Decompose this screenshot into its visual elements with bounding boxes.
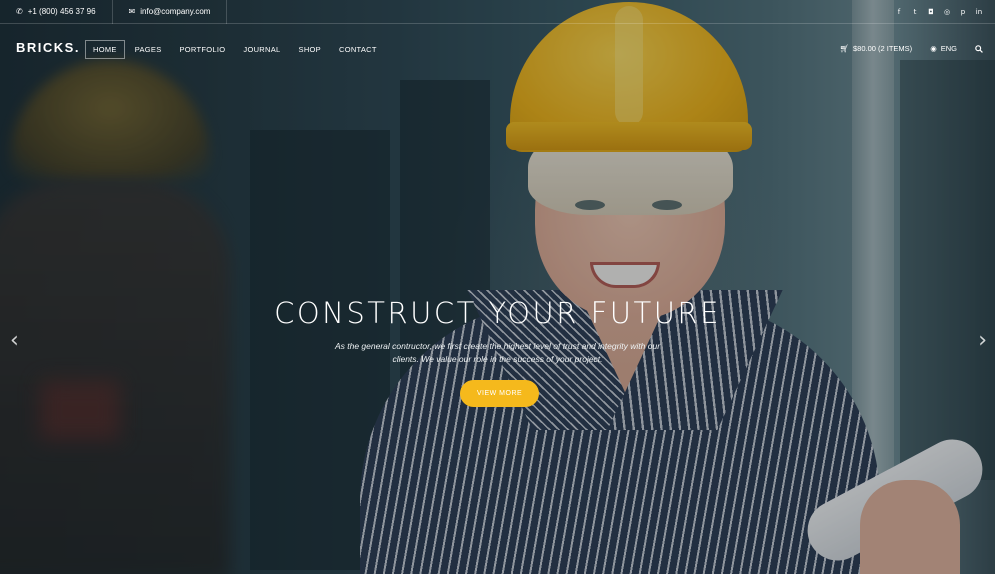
search-button[interactable] (975, 44, 983, 53)
main-menu: HOME PAGES PORTFOLIO JOURNAL SHOP CONTAC… (85, 40, 385, 59)
dribbble-icon[interactable]: ◎ (943, 8, 951, 16)
slider-prev-arrow[interactable]: ‹ (10, 330, 19, 352)
facebook-icon[interactable]: f (895, 8, 903, 16)
slider-next-arrow[interactable]: › (978, 330, 987, 352)
hero-headline: CONSTRUCT YOUR FUTURE (274, 296, 721, 330)
menu-item-journal[interactable]: JOURNAL (235, 40, 288, 59)
email-address: info@company.com (140, 7, 211, 16)
navbar-utilities: 🛒︎ $80.00 (2 ITEMS) ◉ ENG (839, 44, 983, 53)
menu-item-home[interactable]: HOME (85, 40, 125, 59)
twitter-icon[interactable]: t (911, 8, 919, 16)
hero-overlay (0, 0, 995, 574)
site-logo[interactable]: BRICKS. (16, 40, 80, 55)
pinterest-icon[interactable]: p (959, 8, 967, 16)
cart-icon: 🛒︎ (839, 44, 849, 53)
linkedin-icon[interactable]: in (975, 8, 983, 16)
main-navbar: BRICKS. HOME PAGES PORTFOLIO JOURNAL SHO… (0, 36, 995, 60)
hero-background (0, 0, 995, 574)
phone-contact[interactable]: ✆ +1 (800) 456 37 96 (0, 0, 113, 24)
cart-summary: $80.00 (2 ITEMS) (852, 44, 913, 53)
hero-subtext: As the general contructor, we first crea… (334, 341, 661, 364)
instagram-icon[interactable]: ◘ (927, 8, 935, 16)
social-links: f t ◘ ◎ p in (895, 0, 983, 24)
view-more-button[interactable]: VIEW MORE (460, 380, 539, 407)
language-label: ENG (940, 44, 957, 53)
menu-item-pages[interactable]: PAGES (127, 40, 170, 59)
globe-icon: ◉ (930, 44, 937, 53)
menu-item-portfolio[interactable]: PORTFOLIO (172, 40, 234, 59)
language-selector[interactable]: ◉ ENG (930, 44, 957, 53)
search-icon (975, 44, 983, 53)
email-contact[interactable]: ✉ info@company.com (113, 0, 228, 24)
phone-icon: ✆ (16, 7, 23, 16)
phone-number: +1 (800) 456 37 96 (27, 7, 96, 16)
envelope-icon: ✉ (128, 7, 136, 16)
cart-button[interactable]: 🛒︎ $80.00 (2 ITEMS) (839, 44, 912, 53)
top-bar: ✆ +1 (800) 456 37 96 ✉ info@company.com … (0, 0, 995, 24)
menu-item-contact[interactable]: CONTACT (331, 40, 385, 59)
menu-item-shop[interactable]: SHOP (291, 40, 329, 59)
